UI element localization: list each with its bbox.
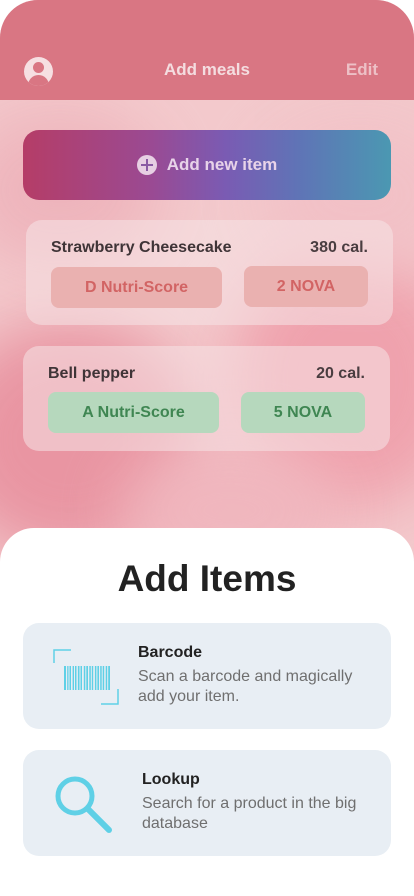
search-icon bbox=[55, 776, 112, 833]
lookup-option[interactable]: Lookup Search for a product in the big d… bbox=[23, 750, 391, 856]
nutri-score-badge: D Nutri-Score bbox=[51, 267, 222, 308]
barcode-icon bbox=[53, 649, 119, 705]
meal-calories: 380 cal. bbox=[310, 239, 368, 256]
nutri-score-badge: A Nutri-Score bbox=[48, 392, 219, 433]
barcode-option-title: Barcode bbox=[138, 644, 203, 661]
top-bar: Add meals Edit bbox=[0, 0, 414, 100]
lookup-option-title: Lookup bbox=[142, 771, 200, 788]
meal-calories: 20 cal. bbox=[316, 365, 365, 382]
meal-card[interactable]: Bell pepper 20 cal. A Nutri-Score 5 NOVA bbox=[23, 346, 390, 451]
meal-card[interactable]: Strawberry Cheesecake 380 cal. D Nutri-S… bbox=[26, 220, 393, 325]
lookup-option-description: Search for a product in the big database bbox=[142, 795, 357, 832]
barcode-option[interactable]: Barcode Scan a barcode and magically add… bbox=[23, 623, 391, 729]
barcode-option-description: Scan a barcode and magically add your it… bbox=[138, 668, 353, 705]
nova-badge: 2 NOVA bbox=[244, 266, 368, 307]
add-items-sheet: Add Items Barcode Scan a barcode and mag… bbox=[0, 528, 414, 896]
sheet-title: Add Items bbox=[117, 558, 297, 599]
edit-button[interactable]: Edit bbox=[346, 60, 378, 80]
nova-badge: 5 NOVA bbox=[241, 392, 365, 433]
plus-circle-icon bbox=[136, 155, 157, 175]
meal-name: Bell pepper bbox=[48, 365, 136, 382]
add-new-item-label: Add new item bbox=[166, 155, 278, 174]
add-new-item-button[interactable]: Add new item bbox=[23, 130, 391, 200]
meal-name: Strawberry Cheesecake bbox=[51, 239, 232, 256]
